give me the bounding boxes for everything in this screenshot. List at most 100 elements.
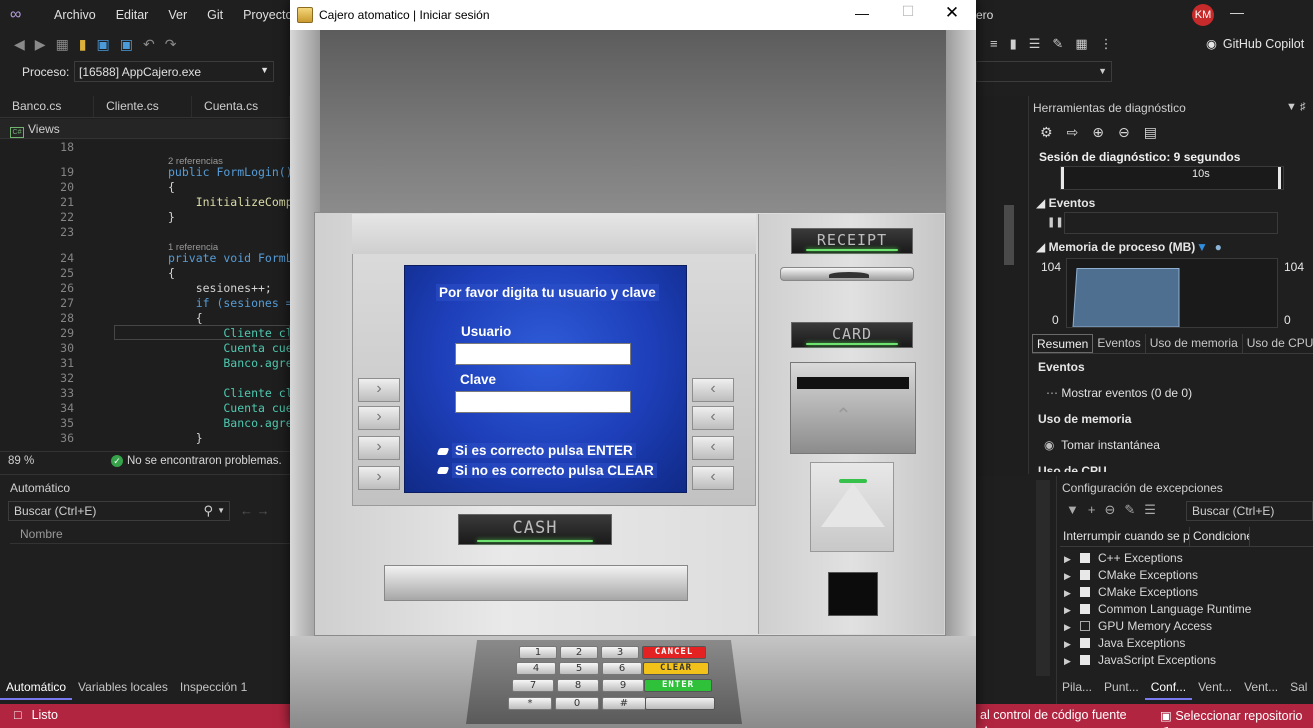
- problems-status[interactable]: No se encontraron problemas.: [127, 455, 282, 467]
- expand-icon[interactable]: ▶: [1064, 639, 1076, 650]
- zoom-out-icon[interactable]: ⊖: [1118, 124, 1130, 141]
- tree-icon[interactable]: ☰: [1144, 502, 1156, 518]
- toolbar-tool-icon[interactable]: ≡: [990, 36, 998, 52]
- left-screen-button-2[interactable]: ›: [358, 406, 400, 430]
- tab-ventana-2[interactable]: Vent...: [1238, 676, 1284, 700]
- tab-eventos[interactable]: Eventos: [1093, 334, 1146, 353]
- edit-icon[interactable]: ✎: [1124, 502, 1135, 518]
- tab-resumen[interactable]: Resumen: [1032, 334, 1094, 353]
- key-1[interactable]: 1: [519, 646, 557, 659]
- source-control-button[interactable]: al control de código fuente ▲: [980, 708, 1140, 728]
- menu-ver[interactable]: Ver: [158, 8, 197, 22]
- exception-checkbox[interactable]: [1080, 655, 1090, 665]
- minimize-icon[interactable]: —: [1230, 4, 1244, 20]
- remove-icon[interactable]: ⊖: [1104, 502, 1115, 518]
- namespace-bar[interactable]: C# Views: [0, 119, 290, 139]
- card-reader[interactable]: ⌃: [790, 362, 916, 454]
- clave-input[interactable]: [455, 391, 631, 413]
- menu-git[interactable]: Git: [197, 8, 233, 22]
- expand-icon[interactable]: ▶: [1064, 554, 1076, 565]
- zoom-in-icon[interactable]: ⊕: [1092, 124, 1104, 141]
- save-all-icon[interactable]: ▣: [120, 36, 133, 53]
- zoom-level[interactable]: 89 %: [8, 455, 34, 467]
- left-screen-button-4[interactable]: ›: [358, 466, 400, 490]
- chevron-down-icon[interactable]: ▼: [217, 506, 225, 515]
- exception-row[interactable]: ▶ CMake Exceptions: [1064, 585, 1254, 602]
- tab-inspeccion[interactable]: Inspección 1: [174, 676, 253, 700]
- process-select[interactable]: [16588] AppCajero.exe ▼: [74, 61, 274, 82]
- comment-icon[interactable]: ✎: [1052, 36, 1063, 52]
- events-title[interactable]: ◢ Eventos: [1036, 196, 1095, 210]
- exception-row[interactable]: ▶ Common Language Runtime: [1064, 602, 1254, 619]
- key-hash[interactable]: #: [602, 697, 646, 710]
- arrow-right-icon[interactable]: →: [257, 503, 270, 518]
- diagnostic-timeline[interactable]: [1060, 166, 1284, 190]
- exception-row[interactable]: ▶ Java Exceptions: [1064, 636, 1254, 653]
- exception-checkbox[interactable]: [1080, 604, 1090, 614]
- exception-checkbox[interactable]: [1080, 638, 1090, 648]
- minimize-icon[interactable]: —: [852, 5, 872, 21]
- expand-icon[interactable]: ▶: [1064, 622, 1076, 633]
- expand-icon[interactable]: ▶: [1064, 588, 1076, 599]
- timeline-left-handle[interactable]: [1061, 167, 1064, 189]
- tab-uso-memoria[interactable]: Uso de memoria: [1146, 334, 1243, 353]
- tab-configuracion[interactable]: Conf...: [1144, 676, 1193, 700]
- menu-editar[interactable]: Editar: [106, 8, 159, 22]
- exception-checkbox[interactable]: [1080, 621, 1090, 631]
- expand-icon[interactable]: ▶: [1064, 605, 1076, 616]
- exception-checkbox[interactable]: [1080, 553, 1090, 563]
- chart-icon[interactable]: ▤: [1144, 124, 1157, 141]
- format-icon[interactable]: ☰: [1029, 36, 1041, 52]
- key-9[interactable]: 9: [602, 679, 644, 692]
- tab-variables-locales[interactable]: Variables locales: [72, 676, 174, 700]
- pin-icon[interactable]: ▼ ♯: [1286, 101, 1305, 113]
- memory-title[interactable]: ◢ Memoria de proceso (MB): [1036, 240, 1195, 254]
- close-icon[interactable]: ✕: [942, 3, 962, 23]
- right-screen-button-4[interactable]: ‹: [692, 466, 734, 490]
- column-break-when[interactable]: Interrumpir cuando se produzca: [1060, 527, 1190, 546]
- timeline-right-handle[interactable]: [1278, 167, 1281, 189]
- show-events-link[interactable]: ⋯ Mostrar eventos (0 de 0): [1046, 386, 1192, 400]
- tab-salida[interactable]: Sal: [1284, 676, 1313, 700]
- right-combo-select[interactable]: ▼: [976, 61, 1112, 82]
- forward-icon[interactable]: ▶: [35, 36, 46, 53]
- save-icon[interactable]: ▣: [97, 36, 110, 53]
- editor-scrollbar[interactable]: [1000, 140, 1020, 450]
- key-3[interactable]: 3: [601, 646, 639, 659]
- column-header-nombre[interactable]: Nombre: [10, 526, 290, 544]
- tab-puntos[interactable]: Punt...: [1098, 676, 1145, 700]
- user-avatar[interactable]: KM: [1192, 4, 1214, 26]
- key-star[interactable]: *: [508, 697, 552, 710]
- menu-archivo[interactable]: Archivo: [44, 8, 106, 22]
- gear-icon[interactable]: ⚙: [1040, 124, 1053, 141]
- scrollbar-thumb[interactable]: [1004, 205, 1014, 265]
- bookmark-icon[interactable]: ▮: [1010, 36, 1017, 52]
- exception-row[interactable]: ▶ JavaScript Exceptions: [1064, 653, 1254, 670]
- maximize-icon[interactable]: ☐: [898, 3, 918, 20]
- left-screen-button-3[interactable]: ›: [358, 436, 400, 460]
- back-icon[interactable]: ◀: [14, 36, 25, 53]
- select-repo-button[interactable]: ▣ Seleccionar repositorio ♫: [1160, 708, 1313, 728]
- clear-key[interactable]: CLEAR: [643, 662, 709, 675]
- github-copilot-button[interactable]: ◉ GitHub Copilot: [1206, 36, 1304, 52]
- arrow-left-icon[interactable]: ←: [240, 503, 253, 518]
- layout-icon[interactable]: ▦: [1075, 36, 1087, 52]
- key-5[interactable]: 5: [559, 662, 599, 675]
- key-7[interactable]: 7: [512, 679, 554, 692]
- left-screen-button-1[interactable]: ›: [358, 378, 400, 402]
- key-2[interactable]: 2: [560, 646, 598, 659]
- exception-row[interactable]: ▶ CMake Exceptions: [1064, 568, 1254, 585]
- right-screen-button-3[interactable]: ‹: [692, 436, 734, 460]
- redo-icon[interactable]: ↷: [165, 36, 177, 53]
- key-6[interactable]: 6: [602, 662, 642, 675]
- pause-icon[interactable]: ❚❚: [1047, 217, 1064, 228]
- usuario-input[interactable]: [455, 343, 631, 365]
- tab-banco[interactable]: Banco.cs: [0, 96, 95, 117]
- autos-search-input[interactable]: Buscar (Ctrl+E) ⚲ ▼: [8, 501, 230, 521]
- tab-pila[interactable]: Pila...: [1056, 676, 1098, 700]
- new-item-icon[interactable]: ▦: [56, 36, 69, 53]
- tab-cuenta[interactable]: Cuenta.cs: [192, 96, 291, 117]
- search-icon[interactable]: ⚲: [203, 503, 213, 519]
- right-screen-button-1[interactable]: ‹: [692, 378, 734, 402]
- exception-row[interactable]: ▶ C++ Exceptions: [1064, 551, 1254, 568]
